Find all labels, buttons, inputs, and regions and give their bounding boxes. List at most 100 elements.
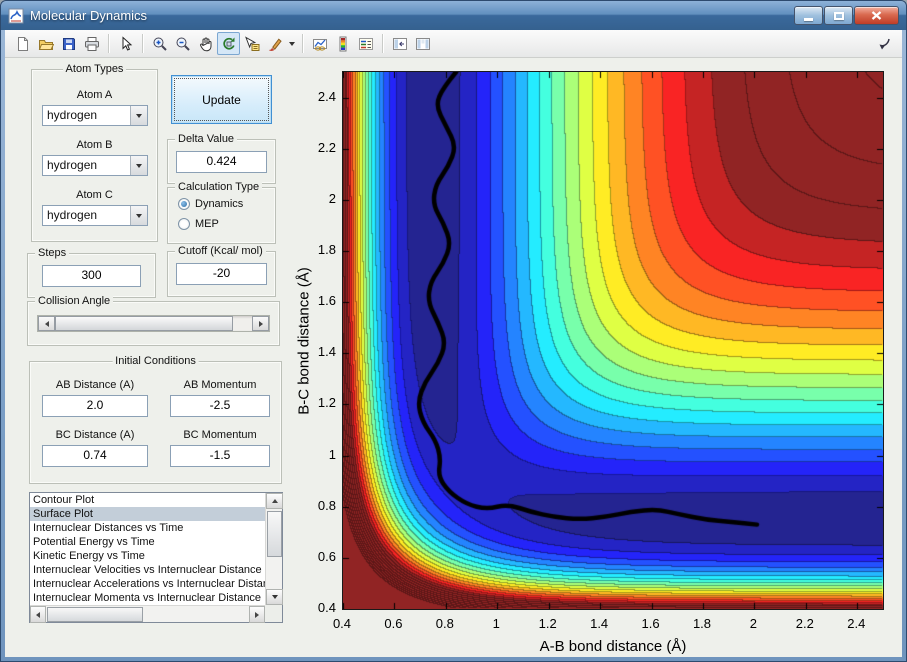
cutoff-panel: Cutoff (Kcal/ mol) -20	[167, 245, 276, 297]
vertical-scroll-thumb[interactable]	[267, 511, 282, 557]
y-axis-label: B-C bond distance (Å)	[295, 266, 313, 415]
bc-momentum-field[interactable]: -1.5	[170, 445, 270, 467]
list-item[interactable]: Surface Plot	[30, 507, 265, 521]
steps-title: Steps	[35, 247, 70, 259]
delta-value-panel: Delta Value 0.424	[167, 133, 276, 184]
axes: A-B bond distance (Å) B-C bond distance …	[296, 71, 884, 655]
list-item[interactable]: Contour Plot	[30, 493, 265, 507]
insert-legend-icon[interactable]	[354, 32, 377, 55]
delta-value-title: Delta Value	[175, 133, 238, 145]
brush-icon[interactable]	[263, 32, 286, 55]
y-tick-label: 1.2	[317, 395, 336, 411]
open-folder-icon[interactable]	[34, 32, 57, 55]
steps-panel: Steps 300	[27, 247, 156, 298]
show-plot-tools-icon[interactable]	[411, 32, 434, 55]
list-item[interactable]: Internuclear Distances vs Time	[30, 521, 265, 535]
chevron-down-icon[interactable]	[130, 156, 147, 175]
insert-colorbar-icon[interactable]	[331, 32, 354, 55]
figure-toolbar	[5, 30, 902, 58]
y-tick-label: 2	[328, 190, 336, 206]
update-button[interactable]: Update	[171, 75, 272, 124]
brush-dropdown-caret[interactable]	[286, 32, 297, 55]
collision-angle-slider[interactable]	[37, 315, 270, 332]
data-cursor-icon[interactable]	[240, 32, 263, 55]
atom-a-value: hydrogen	[47, 108, 98, 122]
print-icon[interactable]	[80, 32, 103, 55]
scroll-left-button[interactable]	[30, 606, 46, 623]
initial-conditions-panel: Initial Conditions AB Distance (A) AB Mo…	[29, 355, 282, 484]
list-item[interactable]: Potential Energy vs Time	[30, 535, 265, 549]
slider-right-arrow[interactable]	[252, 316, 269, 331]
y-tick-label: 0.8	[317, 497, 336, 513]
radio-dynamics[interactable]: Dynamics	[178, 198, 243, 210]
x-tick-label: 2.4	[847, 616, 866, 631]
save-icon[interactable]	[57, 32, 80, 55]
rotate-3d-icon[interactable]	[217, 32, 240, 55]
minimize-icon	[804, 17, 813, 21]
zoom-in-icon[interactable]	[148, 32, 171, 55]
chevron-down-icon[interactable]	[130, 206, 147, 225]
x-tick-label: 2	[749, 616, 758, 631]
list-item[interactable]: Kinetic Energy vs Time	[30, 549, 265, 563]
ab-distance-label: AB Distance (A)	[55, 379, 135, 391]
ab-distance-field[interactable]: 2.0	[42, 395, 148, 417]
link-plot-icon[interactable]	[308, 32, 331, 55]
delta-value-field[interactable]: 0.424	[176, 151, 267, 173]
cutoff-field[interactable]: -20	[176, 263, 267, 285]
x-tick-label: 0.4	[332, 616, 352, 631]
list-item[interactable]: Internuclear Momenta vs Internuclear Dis…	[30, 591, 265, 605]
zoom-out-icon[interactable]	[171, 32, 194, 55]
list-item[interactable]: Internuclear Velocities vs Internuclear …	[30, 563, 265, 577]
figure-client-area: Atom Types Atom A hydrogen Atom B hydrog…	[5, 30, 902, 657]
atom-a-label: Atom A	[76, 89, 113, 101]
y-tick-label: 1.6	[317, 293, 336, 309]
atom-b-label: Atom B	[76, 139, 113, 151]
x-tick-label: 0.8	[435, 616, 454, 631]
atom-types-title: Atom Types	[62, 63, 127, 75]
atom-b-select[interactable]: hydrogen	[42, 155, 148, 176]
vertical-scrollbar[interactable]	[265, 493, 283, 605]
scroll-right-button[interactable]	[249, 606, 265, 623]
window-title: Molecular Dynamics	[30, 8, 148, 23]
plot-type-listbox[interactable]: Contour Plot Surface Plot Internuclear Dis…	[29, 492, 283, 623]
radio-dot	[178, 198, 190, 210]
ab-momentum-field[interactable]: -2.5	[170, 395, 270, 417]
horizontal-scroll-thumb[interactable]	[47, 607, 143, 622]
x-tick-label: 1.8	[692, 616, 712, 631]
minimize-button[interactable]	[794, 6, 823, 25]
horizontal-scrollbar[interactable]	[30, 605, 265, 623]
scrollbar-corner	[265, 605, 282, 622]
atom-types-panel: Atom Types Atom A hydrogen Atom B hydrog…	[31, 63, 158, 242]
pan-hand-icon[interactable]	[194, 32, 217, 55]
radio-dot	[178, 218, 190, 230]
list-item[interactable]: Internuclear Accelerations vs Internucle…	[30, 577, 265, 591]
slider-left-arrow[interactable]	[38, 316, 55, 331]
x-tick-label: 1.6	[641, 616, 660, 631]
maximize-button[interactable]	[824, 6, 853, 25]
dock-figure-icon[interactable]	[873, 32, 896, 55]
chevron-down-icon[interactable]	[130, 106, 147, 125]
radio-mep[interactable]: MEP	[178, 218, 219, 230]
figure-content: Atom Types Atom A hydrogen Atom B hydrog…	[5, 58, 902, 657]
scroll-up-button[interactable]	[266, 493, 283, 509]
scroll-down-button[interactable]	[266, 589, 283, 605]
slider-thumb[interactable]	[55, 316, 233, 331]
close-button[interactable]	[854, 6, 899, 25]
atom-a-select[interactable]: hydrogen	[42, 105, 148, 126]
x-tick-label: 1.4	[590, 616, 609, 631]
title-bar[interactable]: Molecular Dynamics	[1, 1, 906, 30]
bc-distance-field[interactable]: 0.74	[42, 445, 148, 467]
contour-plot-canvas[interactable]	[342, 71, 884, 610]
calculation-type-panel: Calculation Type Dynamics MEP	[167, 181, 276, 244]
update-button-label: Update	[202, 92, 241, 107]
bc-distance-label: BC Distance (A)	[55, 429, 135, 441]
app-window: Molecular Dynamics Atom Types Atom A hyd…	[0, 0, 907, 662]
y-tick-label: 1.8	[317, 242, 336, 257]
steps-field[interactable]: 300	[42, 265, 141, 287]
atom-c-select[interactable]: hydrogen	[42, 205, 148, 226]
edit-plot-arrow-icon[interactable]	[114, 32, 137, 55]
y-tick-label: 0.4	[317, 600, 336, 615]
hide-plot-tools-icon[interactable]	[388, 32, 411, 55]
new-figure-icon[interactable]	[11, 32, 34, 55]
atom-b-value: hydrogen	[47, 158, 98, 172]
